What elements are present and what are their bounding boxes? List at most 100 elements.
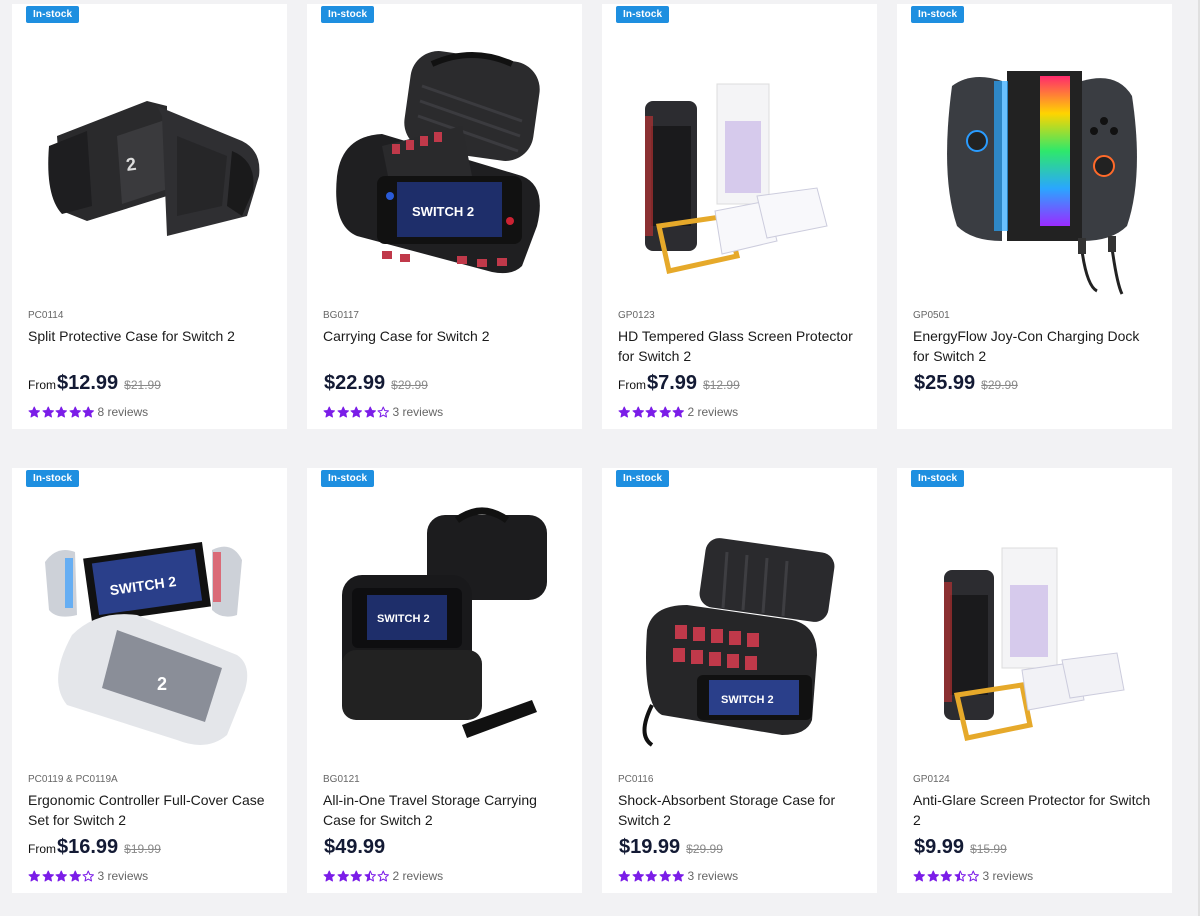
star-full-icon xyxy=(913,870,925,882)
current-price: $49.99 xyxy=(324,836,386,858)
stock-badge: In-stock xyxy=(616,470,670,487)
anti-glare-protector-image[interactable] xyxy=(912,490,1157,760)
original-price: $21.99 xyxy=(124,378,161,392)
star-full-icon xyxy=(364,406,376,418)
stock-badge: In-stock xyxy=(26,6,80,23)
original-price: $29.99 xyxy=(981,378,1018,392)
star-full-icon xyxy=(337,870,349,882)
product-card[interactable]: In-stock GP0123 HD Tempered Glass Screen… xyxy=(602,4,877,429)
star-full-icon xyxy=(645,870,657,882)
star-full-icon xyxy=(940,870,952,882)
price-row: From $7.99 $12.99 xyxy=(618,372,740,395)
review-count: 8 reviews xyxy=(97,405,149,419)
review-count: 3 reviews xyxy=(982,869,1034,883)
product-title[interactable]: HD Tempered Glass Screen Protector for S… xyxy=(618,327,863,366)
stock-badge: In-stock xyxy=(321,470,375,487)
original-price: $15.99 xyxy=(970,842,1007,856)
star-full-icon xyxy=(632,870,644,882)
svg-text:2: 2 xyxy=(157,674,167,694)
product-sku: BG0117 xyxy=(323,310,359,321)
star-full-icon xyxy=(350,406,362,418)
split-case-image[interactable]: 2 xyxy=(27,26,272,296)
star-empty-icon xyxy=(967,870,979,882)
star-full-icon xyxy=(927,870,939,882)
price-row: $19.99 $29.99 xyxy=(618,836,723,859)
star-full-icon xyxy=(618,870,630,882)
from-label: From xyxy=(28,842,56,856)
rating-row[interactable]: 2 reviews xyxy=(323,869,443,883)
from-label: From xyxy=(28,378,56,392)
star-rating xyxy=(618,406,685,419)
product-title[interactable]: Split Protective Case for Switch 2 xyxy=(28,327,273,347)
svg-text:SWITCH 2: SWITCH 2 xyxy=(412,204,474,219)
current-price: $22.99 xyxy=(324,372,386,394)
screen-protector-image[interactable] xyxy=(617,26,862,296)
star-full-icon xyxy=(659,406,671,418)
product-card[interactable]: In-stock GP0124 Anti-Glare Screen Protec… xyxy=(897,468,1172,893)
star-empty-icon xyxy=(82,870,94,882)
stock-badge: In-stock xyxy=(321,6,375,23)
carrying-case-image[interactable]: SWITCH 2 xyxy=(322,26,567,296)
star-full-icon xyxy=(672,406,684,418)
charging-dock-image[interactable] xyxy=(912,26,1157,296)
review-count: 3 reviews xyxy=(687,869,739,883)
product-title[interactable]: All-in-One Travel Storage Carrying Case … xyxy=(323,791,568,830)
product-title[interactable]: Anti-Glare Screen Protector for Switch 2 xyxy=(913,791,1158,830)
product-card[interactable]: In-stock 2 PC0114 Split Protective Case … xyxy=(12,4,287,429)
current-price: $16.99 xyxy=(57,836,119,858)
current-price: $25.99 xyxy=(914,372,976,394)
review-count: 3 reviews xyxy=(97,869,149,883)
product-title[interactable]: Carrying Case for Switch 2 xyxy=(323,327,568,347)
svg-text:SWITCH 2: SWITCH 2 xyxy=(721,694,774,706)
from-label: From xyxy=(618,378,646,392)
star-full-icon xyxy=(82,406,94,418)
stock-badge: In-stock xyxy=(26,470,80,487)
storage-case-image[interactable]: SWITCH 2 xyxy=(617,490,862,760)
star-half-icon xyxy=(364,870,376,882)
travel-bag-image[interactable]: SWITCH 2 xyxy=(322,490,567,760)
star-rating xyxy=(323,406,390,419)
star-full-icon xyxy=(659,870,671,882)
review-count: 3 reviews xyxy=(392,405,444,419)
star-full-icon xyxy=(323,406,335,418)
product-title[interactable]: Ergonomic Controller Full-Cover Case Set… xyxy=(28,791,273,830)
original-price: $29.99 xyxy=(686,842,723,856)
original-price: $19.99 xyxy=(124,842,161,856)
stock-badge: In-stock xyxy=(911,470,965,487)
rating-row[interactable]: 3 reviews xyxy=(618,869,738,883)
price-row: From $16.99 $19.99 xyxy=(28,836,161,859)
product-card[interactable]: In-stock SWITCH 2 2 PC0119 & PC0119A Erg… xyxy=(12,468,287,893)
price-row: $22.99 $29.99 xyxy=(323,372,428,395)
price-row: $25.99 $29.99 xyxy=(913,372,1018,395)
stock-badge: In-stock xyxy=(911,6,965,23)
star-empty-icon xyxy=(377,870,389,882)
product-card[interactable]: In-stock GP0501 EnergyFlow Joy-Con Charg… xyxy=(897,4,1172,429)
star-rating xyxy=(28,870,95,883)
original-price: $29.99 xyxy=(391,378,428,392)
star-rating xyxy=(28,406,95,419)
star-full-icon xyxy=(618,406,630,418)
product-sku: PC0114 xyxy=(28,310,64,321)
product-title[interactable]: Shock-Absorbent Storage Case for Switch … xyxy=(618,791,863,830)
product-card[interactable]: In-stock SWITCH 2 BG0117 Carrying Case f… xyxy=(307,4,582,429)
full-cover-case-image[interactable]: SWITCH 2 2 xyxy=(27,490,272,760)
star-full-icon xyxy=(69,406,81,418)
svg-text:SWITCH 2: SWITCH 2 xyxy=(377,613,430,625)
product-title[interactable]: EnergyFlow Joy-Con Charging Dock for Swi… xyxy=(913,327,1158,366)
rating-row[interactable]: 3 reviews xyxy=(913,869,1033,883)
rating-row[interactable]: 2 reviews xyxy=(618,405,738,419)
star-empty-icon xyxy=(377,406,389,418)
rating-row[interactable]: 3 reviews xyxy=(323,405,443,419)
star-full-icon xyxy=(350,870,362,882)
star-full-icon xyxy=(55,870,67,882)
price-row: $9.99 $15.99 xyxy=(913,836,1007,859)
rating-row[interactable]: 3 reviews xyxy=(28,869,148,883)
original-price: $12.99 xyxy=(703,378,740,392)
star-full-icon xyxy=(55,406,67,418)
product-card[interactable]: In-stock SWITCH 2 PC0116 Shock-Absorbent… xyxy=(602,468,877,893)
product-card[interactable]: In-stock SWITCH 2 BG0121 All-in-One Trav… xyxy=(307,468,582,893)
current-price: $19.99 xyxy=(619,836,681,858)
star-full-icon xyxy=(337,406,349,418)
product-sku: GP0501 xyxy=(913,310,950,321)
rating-row[interactable]: 8 reviews xyxy=(28,405,148,419)
